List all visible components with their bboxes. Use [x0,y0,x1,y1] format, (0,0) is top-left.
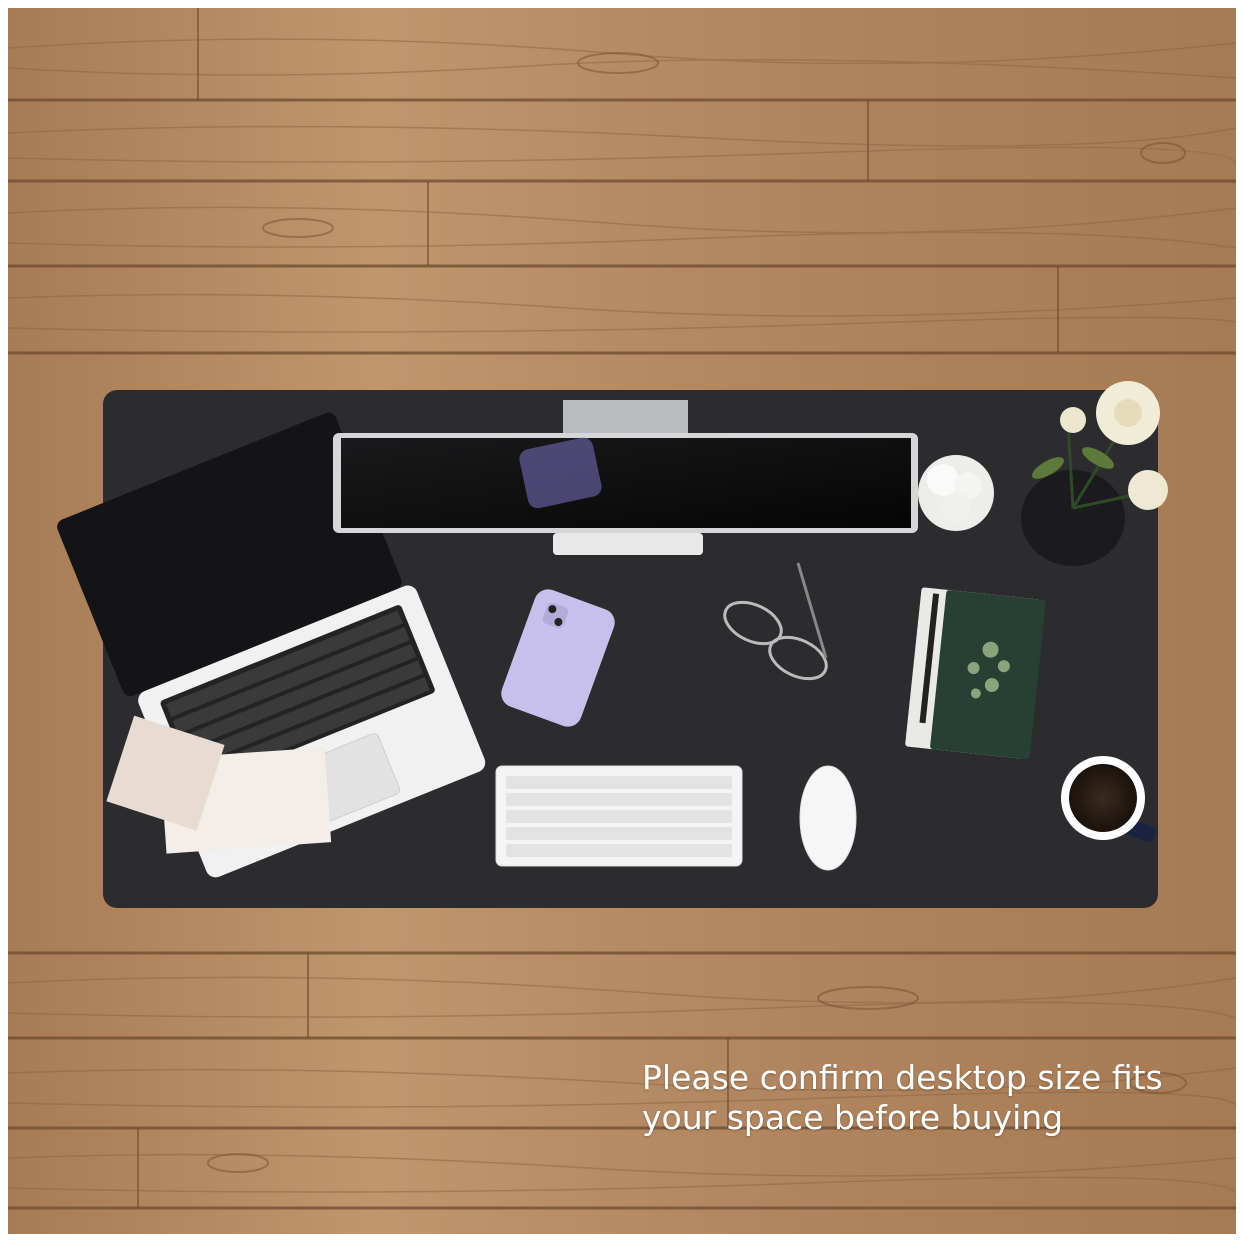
product-photo [8,8,1236,1234]
decorative-figurine [918,455,994,531]
mouse [799,765,857,871]
notebook [905,587,1046,760]
caption: Please confirm desktop size fits your sp… [642,1058,1202,1138]
caption-line-1: Please confirm desktop size fits [642,1058,1163,1097]
caption-line-2: your space before buying [642,1098,1064,1137]
keyboard [495,765,743,867]
